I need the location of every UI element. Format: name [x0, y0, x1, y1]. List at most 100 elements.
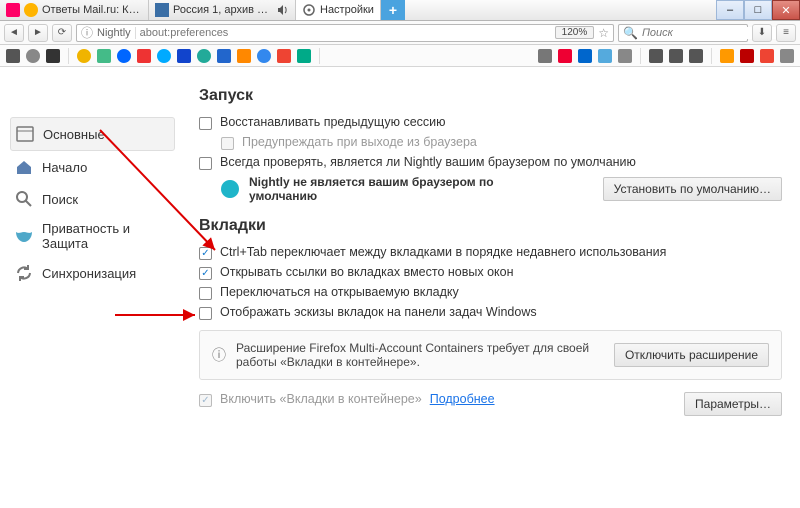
forward-button[interactable]: ► — [28, 24, 48, 42]
toolbar-icon[interactable] — [46, 49, 60, 63]
sidebar-item-label: Приватность и Защита — [42, 221, 171, 251]
minimize-button[interactable]: – — [716, 0, 744, 20]
tab-strip: Ответы Mail.ru: Как сдела Россия 1, архи… — [0, 0, 800, 21]
sidebar-item-home[interactable]: Начало — [10, 151, 175, 183]
close-button[interactable]: ✕ — [772, 0, 800, 20]
heart-icon — [6, 3, 20, 17]
section-heading-tabs: Вкладки — [199, 217, 782, 235]
toolbar-icon[interactable] — [780, 49, 794, 63]
sidebar-item-privacy[interactable]: Приватность и Защита — [10, 215, 175, 257]
pref-open-links-in-tabs[interactable]: Открывать ссылки во вкладках вместо новы… — [199, 265, 782, 280]
toolbar-icon[interactable] — [137, 49, 151, 63]
sidebar-item-label: Поиск — [42, 192, 78, 207]
toolbar-icon[interactable] — [157, 49, 171, 63]
toolbar-icon[interactable] — [720, 49, 734, 63]
pref-check-default[interactable]: Всегда проверять, является ли Nightly ва… — [199, 155, 782, 170]
mailru-icon — [24, 3, 38, 17]
maximize-button[interactable]: □ — [744, 0, 772, 20]
toolbar-icon[interactable] — [689, 49, 703, 63]
pref-label: Включить «Вкладки в контейнере» — [220, 392, 422, 406]
search-icon — [14, 189, 34, 209]
tv-icon — [155, 3, 169, 17]
bookmark-star-icon[interactable]: ☆ — [598, 26, 609, 40]
section-heading-startup: Запуск — [199, 87, 782, 105]
learn-more-link[interactable]: Подробнее — [430, 392, 495, 406]
toolbar-icon[interactable] — [558, 49, 572, 63]
pref-warn-on-quit: Предупреждать при выходе из браузера — [221, 135, 782, 150]
downloads-button[interactable]: ⬇ — [752, 24, 772, 42]
checkbox-checked[interactable] — [199, 247, 212, 260]
home-icon — [14, 157, 34, 177]
toolbar-icon[interactable] — [237, 49, 251, 63]
pref-taskbar-thumbnails[interactable]: Отображать эскизы вкладок на панели зада… — [199, 305, 782, 320]
toolbar-icon[interactable] — [277, 49, 291, 63]
toolbar-icon[interactable] — [297, 49, 311, 63]
preferences-sidebar: Основные Начало Поиск Приватность и Защи… — [0, 67, 175, 508]
pref-label: Отображать эскизы вкладок на панели зада… — [220, 305, 537, 319]
checkbox-checked[interactable] — [199, 267, 212, 280]
sidebar-item-search[interactable]: Поиск — [10, 183, 175, 215]
toolbar-icon[interactable] — [77, 49, 91, 63]
gear-icon — [302, 3, 316, 17]
toolbar-icon[interactable] — [760, 49, 774, 63]
toolbar-icon[interactable] — [6, 49, 20, 63]
extension-info-box: ⓘ Расширение Firefox Multi-Account Conta… — [199, 330, 782, 380]
globe-icon — [221, 180, 239, 198]
separator — [68, 48, 69, 64]
pref-container-tabs: Включить «Вкладки в контейнере» Подробне… — [199, 392, 782, 416]
pref-label: Всегда проверять, является ли Nightly ва… — [220, 155, 636, 169]
disable-extension-button[interactable]: Отключить расширение — [614, 343, 769, 367]
toolbar-icon[interactable] — [117, 49, 131, 63]
sidebar-item-general[interactable]: Основные — [10, 117, 175, 151]
nav-toolbar: ◄ ► ⟳ ⓘ Nightly 120% ☆ 🔍 ⬇ ≡ — [0, 21, 800, 45]
url-bar[interactable]: ⓘ Nightly 120% ☆ — [76, 24, 614, 42]
new-tab-button[interactable]: + — [381, 0, 405, 20]
toolbar-icon[interactable] — [177, 49, 191, 63]
toolbar-icon[interactable] — [598, 49, 612, 63]
toolbar-icon[interactable] — [578, 49, 592, 63]
checkbox[interactable] — [199, 307, 212, 320]
checkbox[interactable] — [199, 117, 212, 130]
toolbar-icon[interactable] — [669, 49, 683, 63]
url-input[interactable] — [140, 27, 551, 39]
toolbar-icon[interactable] — [649, 49, 663, 63]
sidebar-item-label: Синхронизация — [42, 266, 136, 281]
browser-tab[interactable]: Россия 1, архив онлайн — [149, 0, 296, 20]
zoom-indicator[interactable]: 120% — [555, 26, 595, 39]
checkbox[interactable] — [199, 157, 212, 170]
menu-button[interactable]: ≡ — [776, 24, 796, 42]
tab-label: Настройки — [320, 4, 374, 16]
back-button[interactable]: ◄ — [4, 24, 24, 42]
toolbar-icon[interactable] — [618, 49, 632, 63]
pref-ctrl-tab[interactable]: Ctrl+Tab переключает между вкладками в п… — [199, 245, 782, 260]
sync-icon — [14, 263, 34, 283]
window-icon — [15, 124, 35, 144]
extension-info-text: Расширение Firefox Multi-Account Contain… — [236, 341, 604, 369]
search-bar[interactable]: 🔍 — [618, 24, 748, 42]
preferences-main: Основные Начало Поиск Приватность и Защи… — [0, 67, 800, 508]
search-icon: 🔍 — [623, 26, 638, 40]
container-settings-button[interactable]: Параметры… — [684, 392, 782, 416]
reload-button[interactable]: ⟳ — [52, 24, 72, 42]
pref-label: Ctrl+Tab переключает между вкладками в п… — [220, 245, 666, 259]
toolbar-icon[interactable] — [26, 49, 40, 63]
info-icon: ⓘ — [212, 345, 226, 365]
toolbar-icon[interactable] — [740, 49, 754, 63]
identity-label: Nightly — [97, 27, 136, 39]
sound-icon[interactable] — [277, 4, 289, 16]
sidebar-item-sync[interactable]: Синхронизация — [10, 257, 175, 289]
toolbar-icon[interactable] — [217, 49, 231, 63]
toolbar-icon[interactable] — [197, 49, 211, 63]
pref-switch-to-tab[interactable]: Переключаться на открываемую вкладку — [199, 285, 782, 300]
toolbar-icon[interactable] — [97, 49, 111, 63]
tab-label: Россия 1, архив онлайн — [173, 4, 273, 16]
toolbar-icon[interactable] — [538, 49, 552, 63]
browser-tab[interactable]: Ответы Mail.ru: Как сдела — [0, 0, 149, 20]
browser-tab-active[interactable]: Настройки — [296, 0, 381, 20]
pref-restore-session[interactable]: Восстанавливать предыдущую сессию — [199, 115, 782, 130]
pref-label: Восстанавливать предыдущую сессию — [220, 115, 446, 129]
info-icon[interactable]: ⓘ — [81, 24, 93, 41]
checkbox[interactable] — [199, 287, 212, 300]
toolbar-icon[interactable] — [257, 49, 271, 63]
set-default-button[interactable]: Установить по умолчанию… — [603, 177, 782, 201]
